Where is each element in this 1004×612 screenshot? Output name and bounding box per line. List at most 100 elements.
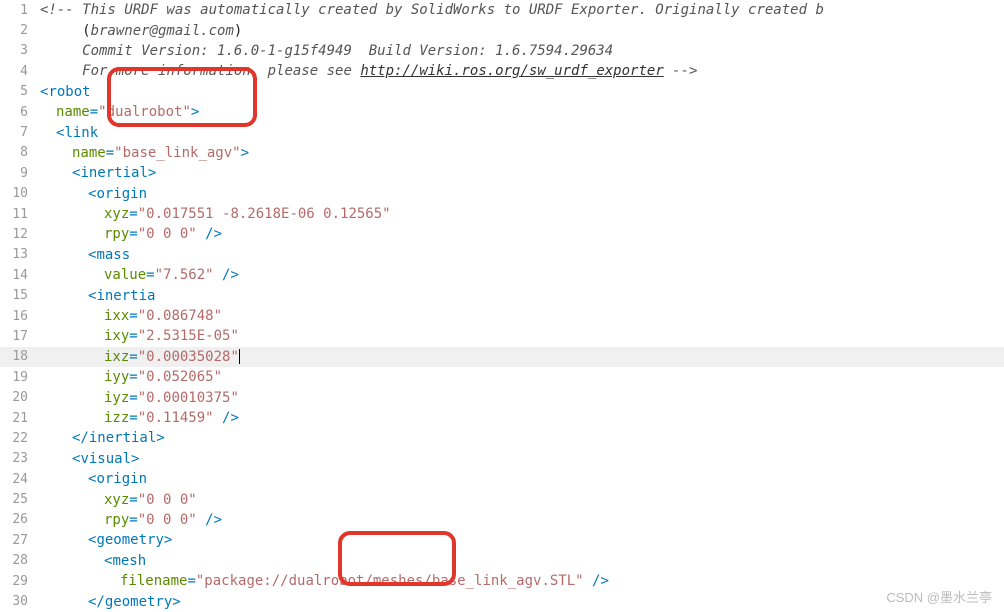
code-line[interactable]: 26rpy="0 0 0" /> [0, 510, 1004, 530]
code-line[interactable]: 8name="base_link_agv"> [0, 143, 1004, 163]
code-line[interactable]: 4 For more information, please see http:… [0, 61, 1004, 81]
code-line[interactable]: 13<mass [0, 245, 1004, 265]
line-number: 13 [0, 247, 40, 262]
code-content[interactable]: For more information, please see http://… [40, 63, 1004, 79]
attr-token: iyz [104, 390, 129, 406]
code-line[interactable]: 24<origin [0, 469, 1004, 489]
code-line[interactable]: 5<robot [0, 82, 1004, 102]
punct-token: = [129, 206, 137, 222]
punct-token: > [172, 594, 180, 610]
code-line[interactable]: 28<mesh [0, 551, 1004, 571]
line-number: 21 [0, 411, 40, 426]
code-line[interactable]: 29filename="package://dualrobot/meshes/b… [0, 571, 1004, 591]
punct-token: > [164, 532, 172, 548]
code-content[interactable]: <link [40, 125, 1004, 141]
code-content[interactable]: <visual> [40, 451, 1004, 467]
code-content[interactable]: <origin [40, 186, 1004, 202]
tag-token: inertial [80, 165, 147, 181]
code-content[interactable]: iyz="0.00010375" [40, 390, 1004, 406]
tag-token: link [64, 125, 98, 141]
comment-token: brawner@gmail.com [91, 23, 234, 39]
code-line[interactable]: 19iyy="0.052065" [0, 367, 1004, 387]
code-content[interactable]: xyz="0.017551 -8.2618E-06 0.12565" [40, 206, 1004, 222]
code-line[interactable]: 7<link [0, 122, 1004, 142]
tag-token: origin [96, 186, 147, 202]
code-content[interactable]: </inertial> [40, 430, 1004, 446]
line-number: 22 [0, 431, 40, 446]
code-line[interactable]: 18ixz="0.00035028" [0, 347, 1004, 367]
code-line[interactable]: 20iyz="0.00010375" [0, 387, 1004, 407]
code-line[interactable]: 9<inertial> [0, 163, 1004, 183]
code-content[interactable]: <inertia [40, 288, 1004, 304]
code-content[interactable]: filename="package://dualrobot/meshes/bas… [40, 573, 1004, 589]
code-content[interactable]: xyz="0 0 0" [40, 492, 1004, 508]
code-line[interactable]: 11xyz="0.017551 -8.2618E-06 0.12565" [0, 204, 1004, 224]
code-content[interactable]: <inertial> [40, 165, 1004, 181]
code-content[interactable]: ixy="2.5315E-05" [40, 328, 1004, 344]
code-line[interactable]: 14value="7.562" /> [0, 265, 1004, 285]
code-content[interactable]: rpy="0 0 0" /> [40, 512, 1004, 528]
code-line[interactable]: 23<visual> [0, 449, 1004, 469]
code-content[interactable]: (brawner@gmail.com) [40, 23, 1004, 39]
punct-token: = [129, 308, 137, 324]
code-content[interactable]: iyy="0.052065" [40, 369, 1004, 385]
punct-token: /> [197, 226, 222, 242]
code-line[interactable]: 16ixx="0.086748" [0, 306, 1004, 326]
code-content[interactable]: <robot [40, 84, 1004, 100]
code-line[interactable]: 2 (brawner@gmail.com) [0, 20, 1004, 40]
punct-token: = [187, 573, 195, 589]
line-number: 5 [0, 84, 40, 99]
punct-token: = [90, 104, 98, 120]
str-token: "0 0 0" [138, 512, 197, 528]
line-number: 8 [0, 145, 40, 160]
attr-token: ixz [104, 349, 129, 365]
tag-token: mass [96, 247, 130, 263]
code-line[interactable]: 27<geometry> [0, 530, 1004, 550]
line-number: 28 [0, 553, 40, 568]
code-line[interactable]: 1<!-- This URDF was automatically create… [0, 0, 1004, 20]
line-number: 27 [0, 533, 40, 548]
code-content[interactable]: <!-- This URDF was automatically created… [40, 2, 1004, 18]
code-content[interactable]: name="base_link_agv"> [40, 145, 1004, 161]
code-content[interactable]: <origin [40, 471, 1004, 487]
code-line[interactable]: 25xyz="0 0 0" [0, 489, 1004, 509]
code-content[interactable]: izz="0.11459" /> [40, 410, 1004, 426]
punct-token: = [106, 145, 114, 161]
code-line[interactable]: 15<inertia [0, 285, 1004, 305]
code-line[interactable]: 10<origin [0, 184, 1004, 204]
code-editor[interactable]: 1<!-- This URDF was automatically create… [0, 0, 1004, 612]
code-content[interactable]: <mesh [40, 553, 1004, 569]
line-number: 7 [0, 125, 40, 140]
code-line[interactable]: 6name="dualrobot"> [0, 102, 1004, 122]
str-token: "7.562" [155, 267, 214, 283]
code-line[interactable]: 3 Commit Version: 1.6.0-1-g15f4949 Build… [0, 41, 1004, 61]
line-number: 25 [0, 492, 40, 507]
str-token: "0.086748" [138, 308, 222, 324]
code-line[interactable]: 17ixy="2.5315E-05" [0, 326, 1004, 346]
code-content[interactable]: </geometry> [40, 594, 1004, 610]
punct-token: </ [72, 430, 89, 446]
code-content[interactable]: <mass [40, 247, 1004, 263]
line-number: 18 [0, 349, 40, 364]
code-line[interactable]: 21izz="0.11459" /> [0, 408, 1004, 428]
code-line[interactable]: 12rpy="0 0 0" /> [0, 224, 1004, 244]
str-token: "package://dualrobot/meshes/base_link_ag… [196, 573, 584, 589]
code-line[interactable]: 30</geometry> [0, 591, 1004, 611]
str-token: "0.017551 -8.2618E-06 0.12565" [138, 206, 391, 222]
code-line[interactable]: 22</inertial> [0, 428, 1004, 448]
code-content[interactable]: ixx="0.086748" [40, 308, 1004, 324]
str-token: "dualrobot" [98, 104, 191, 120]
punct-token: > [131, 451, 139, 467]
code-content[interactable]: rpy="0 0 0" /> [40, 226, 1004, 242]
punct-token: /> [584, 573, 609, 589]
code-content[interactable]: Commit Version: 1.6.0-1-g15f4949 Build V… [40, 43, 1004, 59]
str-token: "0.052065" [138, 369, 222, 385]
code-content[interactable]: ixz="0.00035028" [40, 349, 1004, 365]
punct-token: > [241, 145, 249, 161]
code-content[interactable]: <geometry> [40, 532, 1004, 548]
line-number: 14 [0, 268, 40, 283]
line-number: 4 [0, 64, 40, 79]
attr-token: filename [120, 573, 187, 589]
code-content[interactable]: value="7.562" /> [40, 267, 1004, 283]
code-content[interactable]: name="dualrobot"> [40, 104, 1004, 120]
